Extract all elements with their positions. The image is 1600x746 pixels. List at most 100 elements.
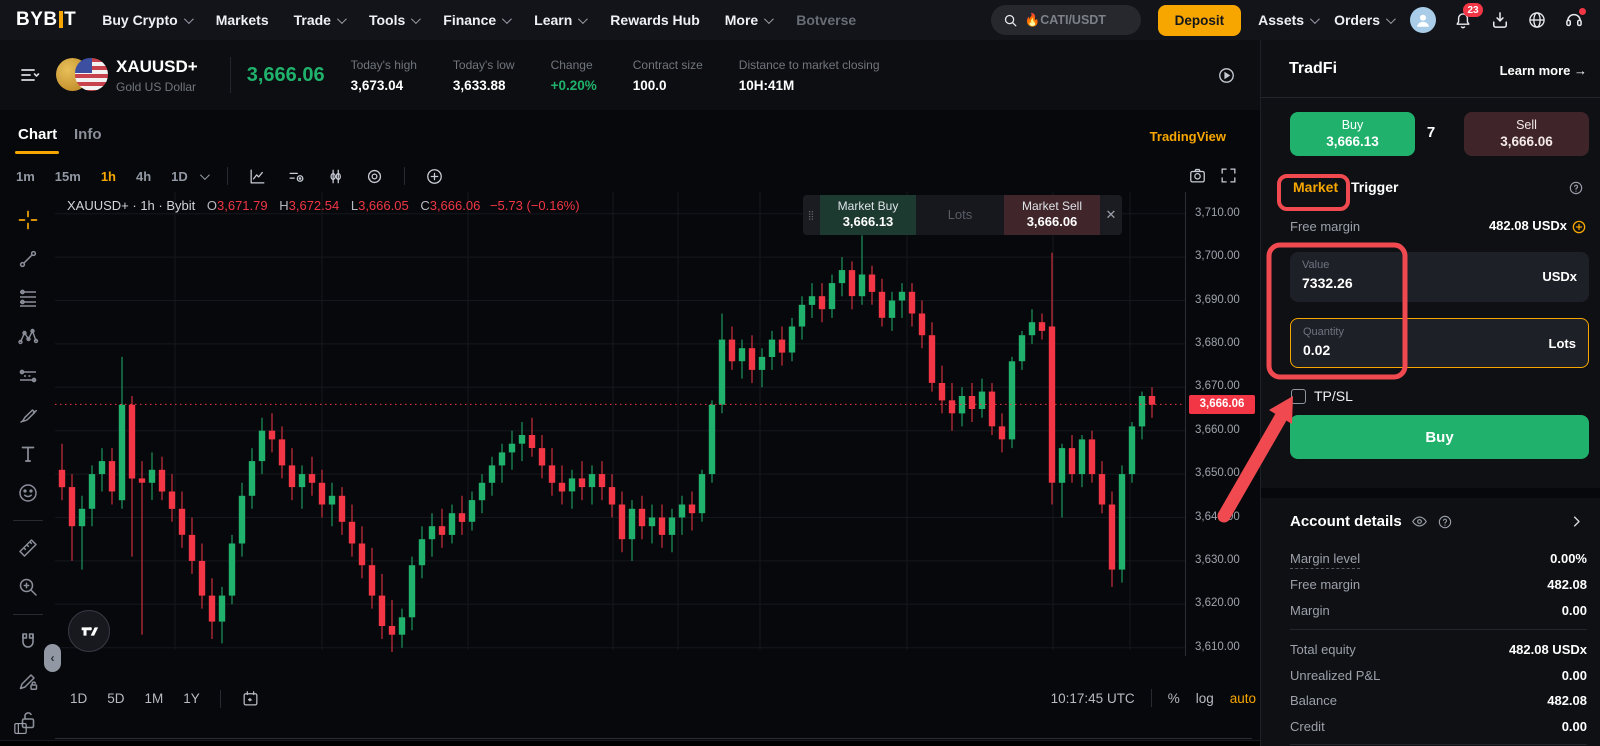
price-axis[interactable]: 3,666.06 3,710.003,700.003,690.003,680.0… (1185, 192, 1260, 656)
quantity-field-label: Quantity (1303, 326, 1576, 338)
tutorial-play-icon[interactable] (1217, 66, 1236, 85)
quantity-field[interactable]: Quantity 0.02 Lots (1290, 318, 1589, 368)
range-5d[interactable]: 5D (107, 691, 124, 706)
sell-quote-button[interactable]: Sell 3,666.06 (1464, 112, 1589, 156)
support-headset-icon[interactable] (1564, 10, 1584, 30)
drag-handle-icon[interactable]: ⣿ (803, 195, 820, 235)
account-expand-chevron-icon[interactable] (1569, 514, 1584, 529)
divider (1261, 97, 1600, 98)
row-balance-value: 482.08 (1547, 693, 1587, 708)
instrument-menu-icon[interactable] (18, 63, 42, 87)
order-type-tab-trigger[interactable]: Trigger (1351, 179, 1398, 195)
toolbar-collapse-handle[interactable]: ‹ (44, 644, 61, 672)
clock-utc[interactable]: 10:17:45 UTC (1051, 691, 1135, 706)
percent-scale-toggle[interactable]: % (1168, 691, 1180, 706)
log-scale-toggle[interactable]: log (1196, 691, 1214, 706)
timeframe-1d[interactable]: 1D (171, 169, 188, 184)
instrument-symbol: XAUUSD+ (116, 57, 198, 77)
xabcd-pattern-tool-icon[interactable] (16, 325, 40, 349)
language-globe-icon[interactable] (1527, 10, 1547, 30)
range-1d[interactable]: 1D (70, 691, 87, 706)
goto-date-icon[interactable] (241, 689, 260, 708)
range-1y[interactable]: 1Y (183, 691, 200, 706)
ruler-tool-icon[interactable] (16, 536, 40, 560)
range-1m[interactable]: 1M (145, 691, 164, 706)
nav-tools[interactable]: Tools (369, 12, 418, 28)
bottom-panel-toggle-icon[interactable] (12, 720, 29, 737)
download-app-icon[interactable] (1490, 10, 1510, 30)
order-type-tab-market[interactable]: Market (1293, 179, 1338, 195)
account-help-icon[interactable] (1437, 514, 1453, 530)
nav-learn[interactable]: Learn (534, 12, 585, 28)
nav-markets[interactable]: Markets (216, 12, 269, 28)
nav-trade[interactable]: Trade (294, 12, 344, 28)
chart-style-icon[interactable] (248, 167, 267, 186)
tab-chart[interactable]: Chart (18, 126, 57, 143)
chevron-down-icon (764, 14, 774, 24)
brush-tool-icon[interactable] (16, 403, 40, 427)
tab-info[interactable]: Info (74, 126, 102, 143)
compare-candles-icon[interactable] (326, 167, 345, 186)
timeframe-1m[interactable]: 1m (16, 169, 35, 184)
nav-rewards-hub[interactable]: Rewards Hub (610, 12, 699, 28)
row-free-margin-value: 482.08 (1547, 577, 1587, 592)
row-margin-label: Margin (1290, 603, 1330, 618)
free-margin-value: 482.08 USDx (1489, 218, 1567, 233)
text-tool-icon[interactable] (16, 442, 40, 466)
trendline-tool-icon[interactable] (16, 247, 40, 271)
indicators-icon[interactable] (287, 167, 306, 186)
fullscreen-expand-icon[interactable] (1219, 166, 1238, 185)
fib-lines-tool-icon[interactable] (16, 286, 40, 310)
bybit-logo[interactable]: BYBT (16, 9, 76, 31)
projection-tool-icon[interactable] (16, 364, 40, 388)
timeframe-dropdown-icon[interactable] (200, 170, 210, 180)
search-input[interactable]: 🔥CATI/USDT (991, 5, 1141, 35)
value-field[interactable]: Value 7332.26 USDx (1290, 252, 1589, 302)
timeframe-15m[interactable]: 15m (55, 169, 81, 184)
emoji-tool-icon[interactable] (16, 481, 40, 505)
nav-assets[interactable]: Assets (1258, 12, 1317, 28)
magnet-tool-icon[interactable] (16, 630, 40, 654)
timeframe-1h[interactable]: 1h (101, 169, 116, 184)
row-unrealized-pnl-value: 0.00 (1562, 668, 1587, 683)
sell-quote-price: 3,666.06 (1500, 133, 1553, 151)
market-sell-button[interactable]: Market Sell 3,666.06 (1004, 195, 1100, 235)
screenshot-camera-icon[interactable] (1188, 166, 1207, 185)
crosshair-tool-icon[interactable] (16, 208, 40, 232)
chart-settings-icon[interactable] (365, 167, 384, 186)
candlestick-chart[interactable] (55, 192, 1185, 656)
tradingview-brand[interactable]: TradingView (1150, 129, 1226, 144)
nav-more[interactable]: More (725, 12, 771, 28)
y-axis-label: 3,690.00 (1195, 294, 1240, 306)
logo-accent-bar (59, 11, 63, 28)
tpsl-checkbox[interactable] (1291, 389, 1306, 404)
quick-trade-panel: ⣿ Market Buy 3,666.13 Lots Market Sell 3… (803, 195, 1122, 235)
add-compare-icon[interactable] (425, 167, 444, 186)
buy-quote-button[interactable]: Buy 3,666.13 (1290, 112, 1415, 156)
nav-botverse[interactable]: Botverse (796, 12, 856, 28)
nav-finance[interactable]: Finance (443, 12, 509, 28)
chevron-down-icon (337, 14, 347, 24)
avatar[interactable] (1410, 7, 1436, 33)
lots-selector[interactable]: Lots (916, 195, 1004, 235)
help-question-icon[interactable] (1568, 180, 1584, 196)
navbar-right-group: 🔥CATI/USDT Deposit Assets Orders 23 (991, 5, 1584, 36)
close-icon[interactable]: ✕ (1100, 195, 1122, 235)
instrument-name-block[interactable]: XAUUSD+ Gold US Dollar (116, 57, 198, 94)
nav-buy-crypto[interactable]: Buy Crypto (102, 12, 190, 28)
buy-submit-button[interactable]: Buy (1290, 415, 1589, 459)
zoom-in-tool-icon[interactable] (16, 575, 40, 599)
market-buy-button[interactable]: Market Buy 3,666.13 (820, 195, 916, 235)
deposit-button[interactable]: Deposit (1158, 5, 1242, 36)
learn-more-link[interactable]: Learn more → (1500, 63, 1587, 78)
timeframe-4h[interactable]: 4h (136, 169, 151, 184)
auto-scale-toggle[interactable]: auto (1230, 691, 1256, 706)
eye-icon[interactable] (1411, 513, 1428, 530)
row-free-margin-label: Free margin (1290, 577, 1360, 592)
value-field-value: 7332.26 (1302, 275, 1577, 291)
row-margin-level-label[interactable]: Margin level (1290, 551, 1360, 569)
tradingview-logo[interactable] (68, 610, 110, 652)
nav-orders[interactable]: Orders (1334, 12, 1393, 28)
notifications-button[interactable]: 23 (1453, 10, 1473, 30)
add-funds-plus-icon[interactable] (1571, 219, 1587, 235)
